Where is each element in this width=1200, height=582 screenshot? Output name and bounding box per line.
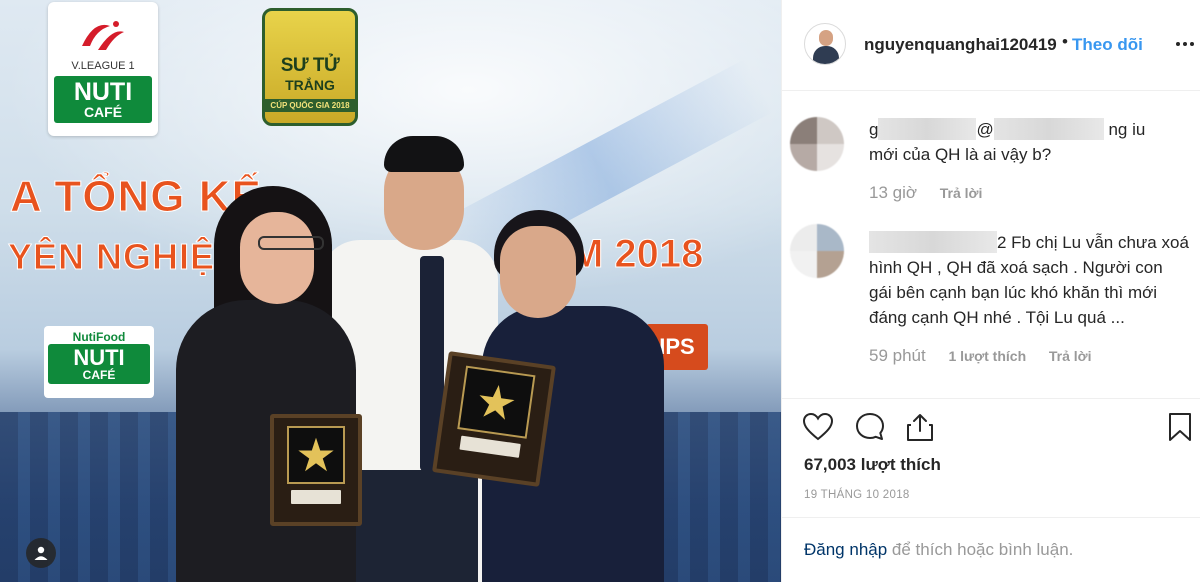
comment-text-part: g: [869, 120, 879, 139]
person-center-hair: [384, 136, 464, 172]
plaque-frame: ★: [286, 426, 346, 485]
person-left-face: [240, 212, 314, 304]
login-prompt-text: để thích hoặc bình luận.: [887, 540, 1074, 559]
person-center-pants: [348, 470, 478, 582]
banner-year: M 2018: [569, 232, 704, 277]
comment-meta: 59 phút 1 lượt thích Trả lời: [869, 346, 1092, 366]
heart-icon[interactable]: [802, 411, 834, 443]
avatar-tile: [817, 251, 844, 278]
avatar-body: [813, 46, 839, 64]
vleague-text: V.LEAGUE 1: [71, 60, 135, 72]
comment-text-part: mới của QH là ai vậy b?: [869, 145, 1052, 164]
comment-avatar[interactable]: [790, 224, 844, 278]
user-icon: [34, 546, 48, 560]
post-photo[interactable]: V.LEAGUE 1 NUTI CAFÉ SƯ TỬ TRẮNG CÚP QUỐ…: [0, 0, 781, 582]
sutu-trang-logo: SƯ TỬ TRẮNG CÚP QUỐC GIA 2018: [262, 8, 358, 126]
comment-mention-part: @: [976, 120, 994, 139]
avatar-tile: [790, 117, 817, 144]
sutu-line2: TRẮNG: [285, 77, 335, 93]
comment-meta: 13 giờ Trả lời: [869, 183, 982, 203]
username-link[interactable]: nguyenquanghai120419: [864, 35, 1070, 55]
reply-button[interactable]: Trả lời: [1049, 348, 1092, 364]
separator-dot: •: [1062, 32, 1068, 51]
avatar-tile: [790, 144, 817, 171]
comment-avatar[interactable]: [790, 117, 844, 171]
cafe-text-2: CAFÉ: [82, 368, 116, 383]
nutifood-text: NutiFood: [72, 330, 126, 344]
avatar-face: [819, 30, 833, 46]
post-sidebar: nguyenquanghai120419 • Theo dõi g @ ng iu…: [781, 0, 1200, 582]
comment-text-part: 2 Fb chị Lu vẫn chưa: [997, 233, 1157, 252]
avatar-tile: [817, 117, 844, 144]
vleague-logo: V.LEAGUE 1 NUTI CAFÉ: [48, 2, 158, 136]
nuti-text-2: NUTI: [73, 345, 125, 370]
redacted-mention: [993, 118, 1104, 140]
plaque-frame: ★: [457, 365, 536, 439]
share-icon[interactable]: [904, 411, 936, 443]
nuti-cafe-badge: NUTI CAFÉ: [54, 76, 152, 123]
sutu-line3: CÚP QUỐC GIA 2018: [265, 99, 355, 112]
person-right-face: [500, 226, 576, 318]
comment-item: g @ ng iu mới của QH là ai vậy b? 13 giờ …: [782, 113, 1200, 213]
plaque-tag: [290, 490, 342, 505]
comment-time: 13 giờ: [869, 183, 918, 202]
avatar-tile: [790, 251, 817, 278]
nutifood-logo: NutiFood NUTI CAFÉ: [44, 326, 154, 398]
tagged-user-button[interactable]: [26, 538, 56, 568]
plaque-tag: [459, 435, 521, 458]
nuti-cafe-badge-2: NUTI CAFÉ: [48, 344, 150, 384]
comment-time: 59 phút: [869, 346, 926, 365]
avatar-tile: [790, 224, 817, 251]
reply-button[interactable]: Trả lời: [940, 185, 983, 201]
person-left-glasses: [258, 236, 324, 250]
award-plaque-left: ★: [270, 414, 362, 526]
sutu-line1: SƯ TỬ: [280, 55, 340, 76]
comment-likes-link[interactable]: 1 lượt thích: [948, 348, 1026, 364]
post-actions: 67,003 lượt thích 19 THÁNG 10 2018 Đăng …: [782, 398, 1200, 570]
post-header: nguyenquanghai120419 • Theo dõi: [782, 0, 1200, 91]
post-date: 19 THÁNG 10 2018: [804, 489, 910, 501]
follow-button[interactable]: Theo dõi: [1072, 35, 1143, 55]
star-icon: ★: [295, 429, 337, 482]
comment-text: 2 Fb chị Lu vẫn chưa xoá hình QH , QH đã…: [869, 230, 1189, 330]
login-link[interactable]: Đăng nhập: [804, 540, 887, 559]
more-options-icon[interactable]: [1174, 33, 1196, 55]
star-icon: ★: [472, 373, 521, 431]
award-plaque-right: ★: [432, 351, 556, 487]
redacted-username: [869, 231, 997, 253]
banner-title-line2: YÊN NGHIỆ: [7, 236, 216, 278]
login-prompt: Đăng nhập để thích hoặc bình luận.: [782, 517, 1200, 571]
comment-item: 2 Fb chị Lu vẫn chưa xoá hình QH , QH đã…: [782, 222, 1200, 382]
nuti-text: NUTI: [73, 78, 133, 106]
comment-text-part: ng iu: [1108, 120, 1146, 139]
comment-icon[interactable]: [854, 411, 886, 443]
avatar[interactable]: [804, 23, 846, 65]
avatar-tile: [817, 144, 844, 171]
cafe-text: CAFÉ: [83, 104, 123, 121]
vleague-emblem-icon: [82, 21, 124, 50]
comment-text: g @ ng iu mới của QH là ai vậy b?: [869, 117, 1189, 167]
likes-count[interactable]: 67,003 lượt thích: [804, 455, 941, 475]
redacted-username: [878, 118, 977, 140]
avatar-tile: [817, 224, 844, 251]
bookmark-icon[interactable]: [1164, 411, 1196, 443]
